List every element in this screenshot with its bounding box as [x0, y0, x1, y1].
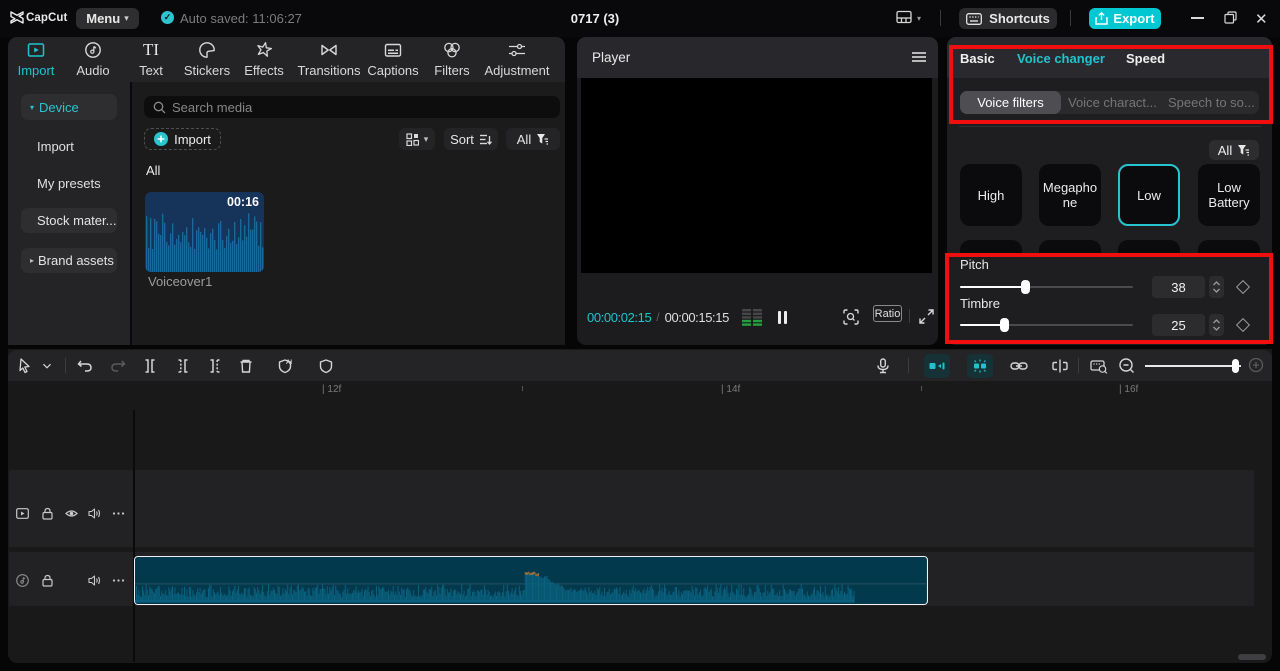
svg-text:AI: AI [286, 360, 292, 366]
